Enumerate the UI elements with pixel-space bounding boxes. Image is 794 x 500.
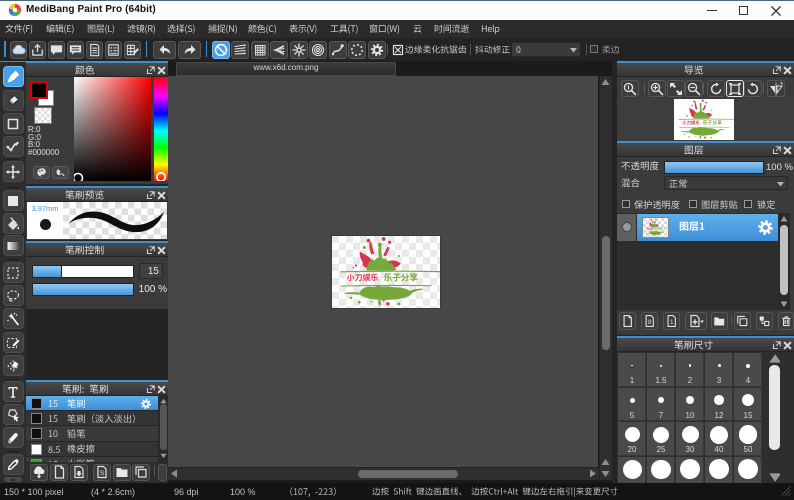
svg-text:1: 1	[670, 319, 674, 326]
svg-text:8: 8	[648, 319, 652, 326]
svg-text:S: S	[100, 470, 105, 477]
